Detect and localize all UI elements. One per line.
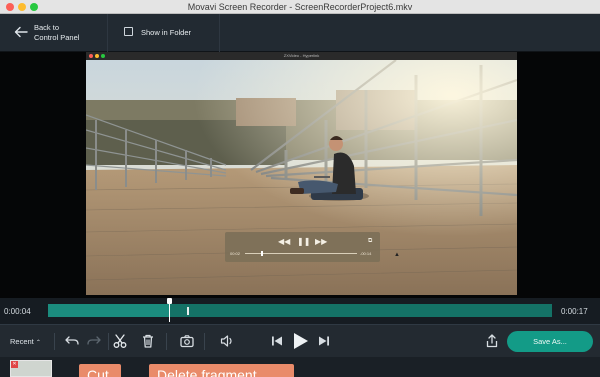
player-time-current: 00:02 xyxy=(230,251,241,256)
delete-fragment-callout: Delete fragment xyxy=(149,364,294,377)
video-preview: ZXVideo - Hyperlink ◀◀ ❚❚ ▶▶ ⧉ 00:02 -00… xyxy=(86,52,517,295)
toolbar-divider xyxy=(166,333,167,350)
cut-scissors-icon[interactable] xyxy=(112,333,128,349)
timeline: 0:00:04 0:00:17 xyxy=(0,298,600,324)
timeline-total-time: 0:00:17 xyxy=(561,307,588,316)
toolbar-divider xyxy=(204,333,205,350)
save-as-button[interactable]: Save As... xyxy=(507,331,593,352)
recent-label: Recent xyxy=(10,337,34,346)
title-bar: Movavi Screen Recorder - ScreenRecorderP… xyxy=(0,0,600,14)
share-export-icon[interactable] xyxy=(484,333,500,349)
back-label-line1: Back to xyxy=(34,23,60,32)
toolbar-divider xyxy=(108,333,109,350)
rewind-icon[interactable]: ◀◀ xyxy=(278,237,290,246)
timeline-played-segment xyxy=(48,304,169,317)
cut-marker[interactable] xyxy=(187,307,189,315)
timeline-playhead[interactable] xyxy=(167,298,172,322)
top-toolbar: Back to Control Panel Show in Folder xyxy=(0,14,600,52)
redo-icon[interactable] xyxy=(86,333,102,349)
play-icon[interactable] xyxy=(290,331,310,351)
chevron-up-icon: ⌃ xyxy=(35,340,41,346)
back-arrow-icon xyxy=(14,26,28,38)
preview-area: ZXVideo - Hyperlink ◀◀ ❚❚ ▶▶ ⧉ 00:02 -00… xyxy=(0,52,600,298)
pause-icon[interactable]: ❚❚ xyxy=(297,237,310,246)
toolbar-divider xyxy=(54,333,55,350)
cut-callout: Cut xyxy=(79,364,121,377)
mouse-cursor-icon: ▲ xyxy=(394,252,400,258)
player-time-total: -00:14 xyxy=(360,251,372,256)
undo-icon[interactable] xyxy=(64,333,80,349)
video-player-controls: ◀◀ ❚❚ ▶▶ ⧉ 00:02 -00:14 xyxy=(225,232,380,262)
window-title: Movavi Screen Recorder - ScreenRecorderP… xyxy=(187,2,413,12)
trash-icon[interactable] xyxy=(140,333,156,349)
show-in-folder-button[interactable]: Show in Folder xyxy=(108,14,220,52)
volume-icon[interactable] xyxy=(219,333,235,349)
video-window-bar: ZXVideo - Hyperlink xyxy=(86,52,517,60)
video-window-title: ZXVideo - Hyperlink xyxy=(283,53,320,58)
show-in-folder-checkbox[interactable] xyxy=(124,27,133,36)
back-to-control-panel-button[interactable]: Back to Control Panel xyxy=(0,14,108,52)
back-label: Back to Control Panel xyxy=(34,23,79,43)
recent-dropdown[interactable]: Recent ⌃ xyxy=(10,337,41,346)
bottom-toolbar: Recent ⌃ Save As... xyxy=(0,324,600,357)
fast-forward-icon[interactable]: ▶▶ xyxy=(315,237,327,246)
skip-to-end-icon[interactable] xyxy=(316,333,332,349)
fullscreen-icon[interactable]: ⧉ xyxy=(368,238,372,245)
player-seek-knob[interactable] xyxy=(261,251,263,256)
back-label-line2: Control Panel xyxy=(34,33,80,42)
recent-recording-thumbnail[interactable]: ✕ xyxy=(10,360,52,377)
timeline-current-time: 0:00:04 xyxy=(4,307,31,316)
camera-snapshot-icon[interactable] xyxy=(179,333,195,349)
skip-to-start-icon[interactable] xyxy=(269,333,285,349)
playhead-line xyxy=(169,303,170,322)
app-window: Movavi Screen Recorder - ScreenRecorderP… xyxy=(0,0,600,377)
show-in-folder-label: Show in Folder xyxy=(141,28,192,37)
remove-thumbnail-icon[interactable]: ✕ xyxy=(11,361,18,368)
